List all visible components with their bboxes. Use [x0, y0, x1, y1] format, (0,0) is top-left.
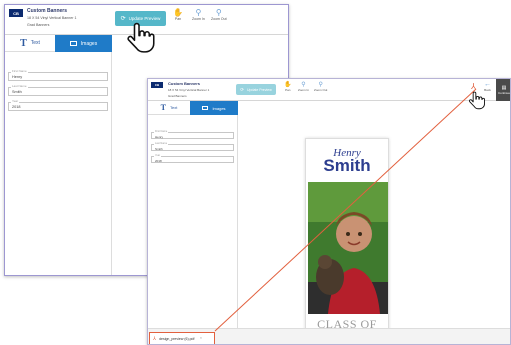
app-logo: CB	[9, 9, 23, 17]
tab-images[interactable]: Images	[55, 35, 112, 52]
zoom-in-tool[interactable]: ⚲ Zoom In	[192, 8, 205, 21]
year-field[interactable]: Year 2018	[8, 99, 108, 111]
product-meta-1: 18 X 54 Vinyl Vertical Banner 1	[168, 88, 210, 92]
product-meta-1: 18 X 54 Vinyl Vertical Banner 1	[27, 16, 77, 20]
download-item[interactable]: ⅄ design_preview (6).pdf ⌃	[149, 332, 215, 344]
hand-pointer-icon	[127, 22, 155, 53]
pan-icon: ✋	[284, 82, 292, 88]
chevron-up-icon: ⌃	[199, 337, 203, 341]
student-photo	[308, 182, 388, 314]
app-title: Custom Banners	[168, 81, 201, 86]
zoom-out-tool[interactable]: ⚲ Zoom Out	[211, 8, 227, 21]
banner-preview: Henry Smith CLASS OF 2018	[305, 138, 389, 344]
editor-panel: T Text Images First Name Henry Last Name…	[148, 101, 238, 331]
pan-tool[interactable]: ✋ Pan	[173, 8, 183, 21]
update-preview-button[interactable]: ⟳ Update Preview	[236, 84, 276, 95]
tab-text[interactable]: T Text	[148, 101, 190, 115]
first-name-field[interactable]: First Name Henry	[151, 130, 234, 139]
image-icon	[202, 106, 209, 110]
zoom-in-icon: ⚲	[195, 8, 202, 17]
continue-button[interactable]: ▤ Continue	[496, 79, 510, 101]
hand-pointer-icon	[468, 91, 485, 110]
zoom-out-icon: ⚲	[318, 82, 323, 88]
front-window: CB Custom Banners 18 X 54 Vinyl Vertical…	[147, 78, 511, 345]
text-t-icon: T	[20, 37, 27, 49]
product-meta-2: Grad Banners	[27, 23, 50, 27]
first-name-field[interactable]: First Name Henry	[8, 69, 108, 81]
editor-tabs: T Text Images	[148, 101, 238, 115]
app-logo: CB	[151, 82, 163, 88]
zoom-out-tool[interactable]: ⚲ Zoom Out	[314, 81, 327, 92]
front-window-header: CB Custom Banners 18 X 54 Vinyl Vertical…	[148, 79, 510, 101]
tab-images[interactable]: Images	[190, 101, 238, 115]
text-t-icon: T	[160, 103, 166, 112]
editor-panel: T Text Images First Name Henry Last Name…	[5, 35, 112, 275]
refresh-icon: ⟳	[240, 86, 245, 92]
app-title: Custom Banners	[27, 8, 68, 14]
pdf-file-icon: ⅄	[153, 336, 157, 342]
banner-last-name: Smith	[323, 156, 371, 175]
zoom-in-tool[interactable]: ⚲ Zoom In	[298, 81, 309, 92]
last-name-field[interactable]: Last Name Smith	[8, 84, 108, 96]
product-meta-2: Grad Banners	[168, 94, 187, 98]
year-field[interactable]: Year 2018	[151, 154, 234, 163]
image-icon	[69, 41, 77, 46]
back-arrow-icon: ←	[484, 81, 491, 88]
zoom-in-icon: ⚲	[301, 82, 306, 88]
tab-text[interactable]: T Text	[5, 35, 55, 52]
editor-tabs: T Text Images	[5, 35, 112, 52]
last-name-field[interactable]: Last Name Smith	[151, 142, 234, 151]
pan-icon: ✋	[173, 8, 183, 17]
pan-tool[interactable]: ✋ Pan	[284, 81, 291, 92]
zoom-out-icon: ⚲	[215, 8, 222, 17]
